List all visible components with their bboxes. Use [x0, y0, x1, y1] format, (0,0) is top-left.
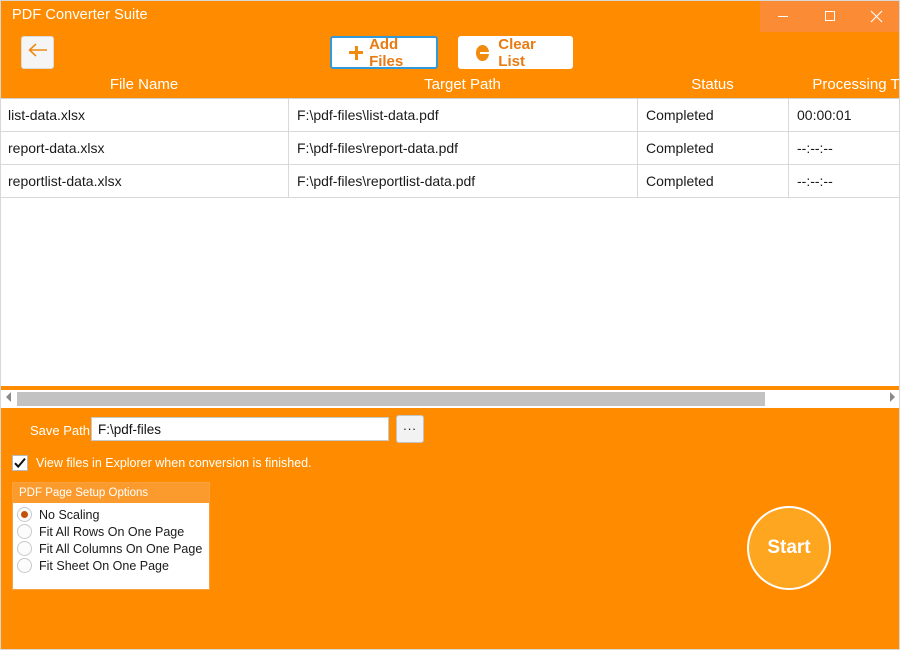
triangle-left-icon — [5, 390, 13, 408]
cell-target-path: F:\pdf-files\list-data.pdf — [288, 99, 637, 131]
triangle-right-icon — [888, 390, 896, 408]
radio-option-no-scaling[interactable]: No Scaling — [17, 506, 209, 523]
scroll-right-button[interactable] — [883, 390, 900, 408]
cell-file-name: list-data.xlsx — [0, 99, 288, 131]
save-path-label: Save Path: — [30, 423, 94, 438]
cell-target-path: F:\pdf-files\reportlist-data.pdf — [288, 165, 637, 197]
add-files-label: Add Files — [369, 36, 420, 70]
view-files-checkbox-row[interactable]: View files in Explorer when conversion i… — [12, 455, 312, 471]
column-header-file-name[interactable]: File Name — [0, 76, 288, 98]
plus-icon — [348, 45, 360, 61]
page-setup-title: PDF Page Setup Options — [13, 483, 209, 503]
radio-label: Fit All Columns On One Page — [39, 542, 202, 556]
minus-circle-icon — [476, 45, 489, 61]
arrow-left-icon — [27, 42, 49, 63]
column-header-processing-time[interactable]: Processing T — [788, 76, 900, 98]
scroll-track[interactable] — [17, 390, 883, 408]
cell-processing-time: --:--:-- — [788, 165, 900, 197]
column-header-status[interactable]: Status — [637, 76, 788, 98]
radio-icon[interactable] — [17, 524, 32, 539]
radio-icon[interactable] — [17, 507, 32, 522]
cell-status: Completed — [637, 165, 788, 197]
browse-button[interactable]: ... — [396, 415, 424, 443]
radio-option-fit-all-columns[interactable]: Fit All Columns On One Page — [17, 540, 209, 557]
radio-option-fit-sheet[interactable]: Fit Sheet On One Page — [17, 557, 209, 574]
page-setup-radio-list: No Scaling Fit All Rows On One Page Fit … — [13, 503, 209, 574]
view-files-label: View files in Explorer when conversion i… — [36, 456, 312, 470]
minimize-icon — [777, 10, 789, 22]
radio-label: Fit All Rows On One Page — [39, 525, 184, 539]
title-bar: PDF Converter Suite — [0, 0, 900, 32]
table-row[interactable]: reportlist-data.xlsx F:\pdf-files\report… — [0, 165, 900, 198]
table-row[interactable]: list-data.xlsx F:\pdf-files\list-data.pd… — [0, 99, 900, 132]
clear-list-button[interactable]: Clear List — [458, 36, 573, 69]
radio-icon[interactable] — [17, 558, 32, 573]
clear-list-label: Clear List — [498, 36, 555, 70]
file-list-grid[interactable]: list-data.xlsx F:\pdf-files\list-data.pd… — [0, 98, 900, 386]
cell-processing-time: --:--:-- — [788, 132, 900, 164]
close-button[interactable] — [853, 0, 900, 32]
add-files-button[interactable]: Add Files — [330, 36, 438, 69]
close-icon — [870, 10, 883, 23]
cell-file-name: report-data.xlsx — [0, 132, 288, 164]
horizontal-scrollbar[interactable] — [0, 390, 900, 408]
table-header-row: File Name Target Path Status Processing … — [0, 76, 900, 98]
maximize-icon — [824, 10, 836, 22]
view-files-checkbox[interactable] — [12, 455, 28, 471]
page-setup-group: PDF Page Setup Options No Scaling Fit Al… — [12, 482, 210, 590]
back-button[interactable] — [21, 36, 54, 69]
cell-status: Completed — [637, 132, 788, 164]
radio-label: Fit Sheet On One Page — [39, 559, 169, 573]
scroll-left-button[interactable] — [0, 390, 17, 408]
radio-icon[interactable] — [17, 541, 32, 556]
save-path-input[interactable] — [91, 417, 389, 441]
window-controls — [760, 0, 900, 32]
cell-status: Completed — [637, 99, 788, 131]
radio-label: No Scaling — [39, 508, 99, 522]
maximize-button[interactable] — [807, 0, 854, 32]
scroll-thumb[interactable] — [17, 392, 765, 406]
app-title: PDF Converter Suite — [12, 7, 148, 23]
minimize-button[interactable] — [760, 0, 807, 32]
cell-target-path: F:\pdf-files\report-data.pdf — [288, 132, 637, 164]
table-row[interactable]: report-data.xlsx F:\pdf-files\report-dat… — [0, 132, 900, 165]
column-header-target-path[interactable]: Target Path — [288, 76, 637, 98]
cell-file-name: reportlist-data.xlsx — [0, 165, 288, 197]
cell-processing-time: 00:00:01 — [788, 99, 900, 131]
start-button[interactable]: Start — [747, 506, 831, 590]
radio-option-fit-all-rows[interactable]: Fit All Rows On One Page — [17, 523, 209, 540]
